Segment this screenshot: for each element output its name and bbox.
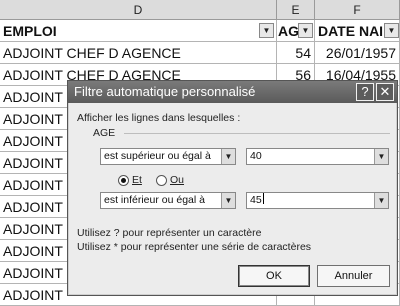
dialog-titlebar[interactable]: Filtre automatique personnalisé ? ✕ bbox=[68, 81, 397, 103]
cell-age[interactable]: 54 bbox=[277, 42, 315, 64]
operator-select-2[interactable]: est inférieur ou égal à ▼ bbox=[100, 192, 236, 209]
help-button[interactable]: ? bbox=[356, 83, 374, 101]
cancel-button[interactable]: Annuler bbox=[317, 265, 390, 287]
text-cursor bbox=[262, 193, 264, 204]
column-header-bar: D E F bbox=[0, 0, 400, 20]
operator-select-1[interactable]: est supérieur ou égal à ▼ bbox=[100, 148, 236, 165]
ok-button[interactable]: OK bbox=[238, 265, 310, 287]
dropdown-arrow-icon[interactable]: ▼ bbox=[298, 23, 313, 38]
header-cell-age-text: AG bbox=[278, 23, 299, 39]
operator-select-2-value: est inférieur ou égal à bbox=[104, 194, 205, 206]
wildcard-hint-single: Utilisez ? pour représenter un caractère bbox=[77, 227, 262, 239]
column-header-f[interactable]: F bbox=[315, 0, 400, 20]
dropdown-arrow-icon[interactable]: ▼ bbox=[384, 23, 399, 38]
or-radio[interactable] bbox=[156, 175, 167, 186]
value-combo-1-value: 40 bbox=[250, 150, 262, 162]
close-button[interactable]: ✕ bbox=[376, 83, 394, 101]
chevron-down-icon[interactable]: ▼ bbox=[221, 149, 235, 164]
header-cell-emploi[interactable]: EMPLOI bbox=[0, 20, 277, 42]
header-cell-date-text: DATE NAI bbox=[318, 23, 384, 39]
field-label: AGE bbox=[93, 127, 116, 139]
value-combo-1[interactable]: 40 ▼ bbox=[246, 148, 389, 165]
filter-funnel-icon[interactable]: ▼ bbox=[259, 23, 274, 38]
operator-select-1-value: est supérieur ou égal à bbox=[104, 150, 211, 162]
dialog-title: Filtre automatique personnalisé bbox=[74, 84, 256, 99]
custom-autofilter-dialog: Filtre automatique personnalisé ? ✕ Affi… bbox=[67, 80, 398, 296]
chevron-down-icon[interactable]: ▼ bbox=[374, 149, 388, 164]
value-combo-2[interactable]: 45 ▼ bbox=[246, 192, 389, 209]
chevron-down-icon[interactable]: ▼ bbox=[374, 193, 388, 208]
column-header-e[interactable]: E bbox=[277, 0, 315, 20]
table-header-row: EMPLOI AG DATE NAI ▼ ▼ ▼ bbox=[0, 20, 400, 42]
chevron-down-icon[interactable]: ▼ bbox=[221, 193, 235, 208]
and-radio[interactable] bbox=[118, 175, 129, 186]
cell-emploi[interactable]: ADJOINT CHEF D AGENCE bbox=[0, 42, 277, 64]
instruction-label: Afficher les lignes dans lesquelles : bbox=[77, 112, 241, 124]
value-combo-2-value: 45 bbox=[250, 194, 262, 206]
column-header-d[interactable]: D bbox=[0, 0, 277, 20]
table-row: ADJOINT CHEF D AGENCE 54 26/01/1957 bbox=[0, 42, 400, 64]
and-radio-label[interactable]: Et bbox=[132, 174, 142, 186]
wildcard-hint-series: Utilisez * pour représenter une série de… bbox=[77, 241, 312, 253]
cell-date[interactable]: 26/01/1957 bbox=[315, 42, 400, 64]
group-divider bbox=[124, 133, 390, 134]
or-radio-label[interactable]: Ou bbox=[170, 174, 184, 186]
